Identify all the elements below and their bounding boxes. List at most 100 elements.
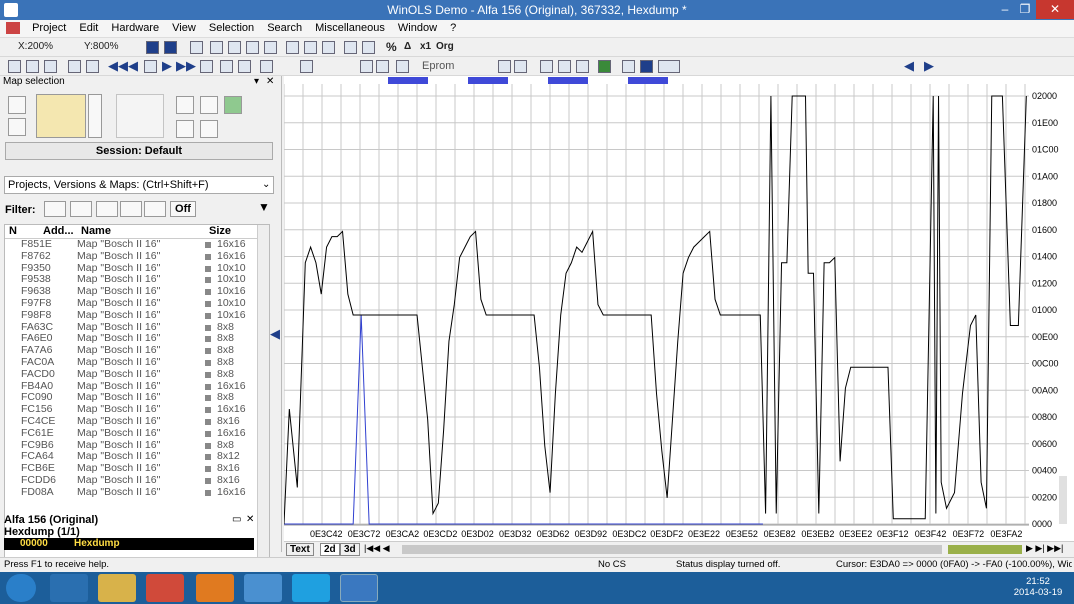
- export-icon[interactable]: [176, 120, 194, 138]
- properties-icon[interactable]: [200, 120, 218, 138]
- panel-close-icon[interactable]: ✕: [266, 76, 274, 87]
- projects-search-combo[interactable]: Projects, Versions & Maps: (Ctrl+Shift+F…: [4, 176, 274, 194]
- tool4-icon[interactable]: [68, 60, 81, 73]
- tab-3d[interactable]: 3d: [340, 543, 360, 556]
- filter2-icon[interactable]: [70, 201, 92, 217]
- panel-dropdown-icon[interactable]: ▾: [254, 76, 259, 87]
- grid-icon[interactable]: [190, 41, 203, 54]
- filter-off-button[interactable]: Off: [170, 201, 196, 217]
- org-button[interactable]: Org: [436, 40, 454, 54]
- h-scrollbar[interactable]: [402, 545, 942, 554]
- menu-hardware[interactable]: Hardware: [106, 20, 164, 36]
- bin-icon[interactable]: [322, 41, 335, 54]
- tool7-icon[interactable]: [220, 60, 233, 73]
- map-icon[interactable]: [144, 60, 157, 73]
- prev-icon[interactable]: ◀: [128, 59, 138, 73]
- hexdump-2d-chart[interactable]: 02000 01E00 01C00 01A00 01800 01600 01400 01200…: [283, 76, 1074, 557]
- tree-minimize-icon[interactable]: ▭: [232, 514, 241, 525]
- menu-project[interactable]: Project: [27, 20, 71, 36]
- explorer-icon[interactable]: [98, 574, 136, 602]
- new-icon[interactable]: [8, 96, 26, 114]
- tool2-icon[interactable]: [26, 60, 39, 73]
- session-button[interactable]: Session: Default: [5, 142, 273, 160]
- menu-app-icon[interactable]: [6, 22, 20, 34]
- open-dropdown-icon[interactable]: [88, 94, 102, 138]
- col-sort-header[interactable]: N: [9, 225, 17, 237]
- tool5-icon[interactable]: [86, 60, 99, 73]
- bits32-icon[interactable]: [246, 41, 259, 54]
- tool9-icon[interactable]: [260, 60, 273, 73]
- tab-2d[interactable]: 2d: [320, 543, 340, 556]
- skype-icon[interactable]: [292, 574, 330, 602]
- eprom-label[interactable]: Eprom: [422, 59, 454, 73]
- save-icon[interactable]: [8, 118, 26, 136]
- list-scrollbar[interactable]: [257, 225, 269, 577]
- first-icon[interactable]: ◀◀: [108, 59, 128, 73]
- view-mode2-icon[interactable]: [164, 41, 177, 54]
- view-mode-icon[interactable]: [146, 41, 159, 54]
- tool15-icon[interactable]: [558, 60, 571, 73]
- hilo-icon[interactable]: [344, 41, 357, 54]
- help2-icon[interactable]: [514, 60, 527, 73]
- menu-edit[interactable]: Edit: [74, 20, 103, 36]
- splitter-arrow-icon[interactable]: ◀: [270, 326, 280, 342]
- tool16-icon[interactable]: [576, 60, 589, 73]
- maximize-button[interactable]: ❐: [1012, 0, 1038, 19]
- tools-icon[interactable]: [200, 96, 218, 114]
- tool12-icon[interactable]: [376, 60, 389, 73]
- col-name-header[interactable]: Name: [81, 225, 111, 237]
- menu-window[interactable]: Window: [393, 20, 442, 36]
- winols-icon[interactable]: [340, 574, 378, 602]
- system-tray[interactable]: [812, 582, 992, 594]
- chrome-icon[interactable]: [146, 574, 184, 602]
- scroll-end-icon[interactable]: ▶ ▶| ▶▶|: [1026, 543, 1063, 554]
- list-item[interactable]: F97F8 Map "Bosch II 16" 10x10: [5, 297, 269, 310]
- next-icon[interactable]: ▶: [162, 59, 172, 73]
- list-item[interactable]: F98F8 Map "Bosch II 16" 10x16: [5, 309, 269, 322]
- list-item[interactable]: FAC0A Map "Bosch II 16" 8x8: [5, 356, 269, 369]
- tab-text[interactable]: Text: [286, 543, 314, 556]
- delta-icon[interactable]: Δ: [404, 40, 411, 54]
- x1-button[interactable]: x1: [420, 40, 431, 54]
- tool19-icon[interactable]: [640, 60, 653, 73]
- x-zoom-field[interactable]: X:200%: [18, 40, 53, 54]
- percent-button[interactable]: %: [386, 40, 397, 54]
- ie-icon[interactable]: [50, 574, 88, 602]
- help-icon[interactable]: [498, 60, 511, 73]
- nav-left-icon[interactable]: ◀: [904, 59, 914, 73]
- close-button[interactable]: ✕: [1036, 0, 1074, 19]
- start-button[interactable]: [6, 574, 36, 602]
- tool14-icon[interactable]: [540, 60, 553, 73]
- open-folder-icon[interactable]: [36, 94, 86, 138]
- upload-icon[interactable]: [224, 96, 242, 114]
- copy-icon[interactable]: [116, 94, 164, 138]
- bits16-icon[interactable]: [228, 41, 241, 54]
- list-item[interactable]: FACD0 Map "Bosch II 16" 8x8: [5, 368, 269, 381]
- tree-close-icon[interactable]: ✕: [246, 514, 254, 525]
- tab-nav-icon[interactable]: |◀◀ ◀: [364, 543, 390, 554]
- tool18-icon[interactable]: [622, 60, 635, 73]
- menu-search[interactable]: Search: [262, 20, 307, 36]
- dec-icon[interactable]: [286, 41, 299, 54]
- clock[interactable]: 21:52 2014-03-19: [1008, 576, 1068, 598]
- col-address-header[interactable]: Add...: [43, 225, 74, 237]
- tree-hexdump[interactable]: Hexdump (1/1): [4, 526, 80, 538]
- list-item[interactable]: FC4CE Map "Bosch II 16" 8x16: [5, 415, 269, 428]
- tool8-icon[interactable]: [238, 60, 251, 73]
- hex-icon[interactable]: [304, 41, 317, 54]
- tool11-icon[interactable]: [360, 60, 373, 73]
- sign-icon[interactable]: [362, 41, 375, 54]
- rocket-icon[interactable]: [244, 574, 282, 602]
- combo-chevron-down-icon[interactable]: ⌄: [262, 179, 270, 190]
- print-icon[interactable]: [44, 60, 57, 73]
- col-size-header[interactable]: Size: [209, 225, 231, 237]
- tree-selected-row[interactable]: 00000 Hexdump: [4, 538, 254, 550]
- tool13-icon[interactable]: [396, 60, 409, 73]
- h-scroll-thumb[interactable]: [948, 545, 1022, 554]
- last-icon[interactable]: ▶▶: [176, 59, 196, 73]
- tool1-icon[interactable]: [8, 60, 21, 73]
- nav-right-icon[interactable]: ▶: [924, 59, 934, 73]
- y-zoom-field[interactable]: Y:800%: [84, 40, 118, 54]
- tool10-icon[interactable]: [300, 60, 313, 73]
- menu-selection[interactable]: Selection: [204, 20, 259, 36]
